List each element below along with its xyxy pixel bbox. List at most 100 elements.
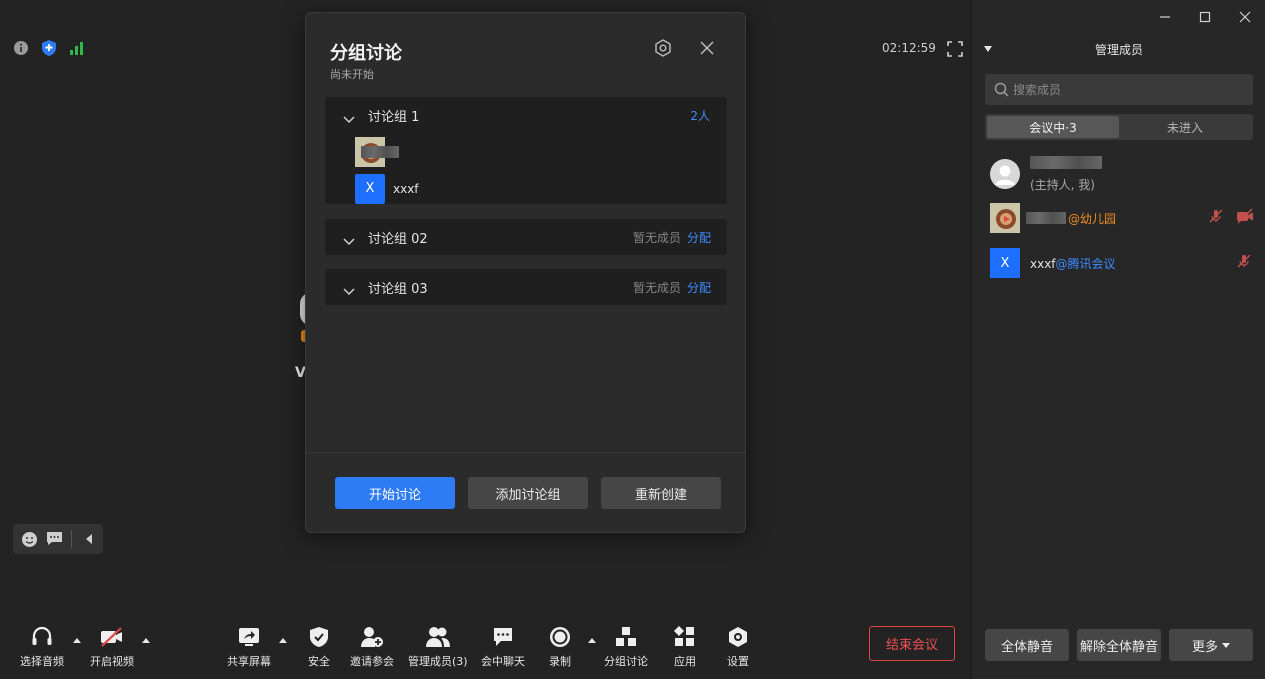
manage-members-button[interactable]: 管理成员(3) — [408, 625, 468, 669]
security-shield-icon[interactable] — [41, 40, 57, 56]
settings-label: 设置 — [727, 655, 749, 668]
bottom-toolbar: 选择音频 开启视频 共享屏幕 安全 邀请参会 管理成员(3) 会中聊天 录制 分… — [0, 615, 971, 679]
dialog-settings-icon[interactable] — [654, 39, 672, 57]
share-screen-label: 共享屏幕 — [227, 655, 271, 668]
group-header[interactable]: 讨论组 02 暂无成员 分配 — [325, 219, 727, 255]
assign-link[interactable]: 分配 — [687, 279, 711, 296]
group-empty-text: 暂无成员 — [632, 280, 681, 295]
start-discussion-button[interactable]: 开始讨论 — [335, 477, 455, 509]
breakout-button[interactable]: 分组讨论 — [604, 625, 648, 669]
security-label: 安全 — [308, 655, 330, 668]
chat-button[interactable]: 会中聊天 — [481, 625, 525, 669]
record-icon — [547, 625, 573, 649]
group-header[interactable]: 讨论组 1 2人 — [325, 97, 727, 133]
fullscreen-icon[interactable] — [947, 41, 963, 57]
member-name-redacted — [1030, 156, 1102, 169]
breakout-dialog: 分组讨论 尚未开始 讨论组 1 2人 X xxxf 讨论组 02 暂无成员 分配… — [305, 12, 746, 533]
headset-icon — [29, 625, 55, 649]
invite-button[interactable]: 邀请参会 — [350, 625, 394, 669]
recreate-button[interactable]: 重新创建 — [601, 477, 721, 509]
camera-off-icon[interactable] — [1236, 208, 1254, 224]
search-input[interactable] — [1013, 74, 1243, 105]
network-signal-icon[interactable] — [69, 40, 85, 56]
security-button[interactable]: 安全 — [306, 625, 332, 669]
chevron-down-icon[interactable] — [343, 109, 355, 124]
unmute-all-button[interactable]: 解除全体静音 — [1077, 629, 1161, 661]
member-search — [985, 74, 1253, 105]
share-screen-icon — [236, 625, 262, 649]
mic-off-icon[interactable] — [1208, 208, 1224, 224]
close-icon[interactable] — [699, 40, 715, 56]
tab-in-meeting[interactable]: 会议中·3 — [987, 116, 1119, 138]
record-options-caret[interactable] — [588, 638, 596, 643]
meeting-timer: 02:12:59 — [882, 41, 936, 55]
group-member[interactable]: X xxxf — [325, 170, 727, 207]
shield-check-icon — [306, 625, 332, 649]
video-button[interactable]: 开启视频 — [90, 625, 134, 669]
chevron-down-icon[interactable] — [343, 281, 355, 296]
tab-not-joined[interactable]: 未进入 — [1119, 116, 1251, 138]
video-options-caret[interactable] — [142, 638, 150, 643]
audio-button[interactable]: 选择音频 — [20, 625, 64, 669]
avatar — [990, 203, 1020, 233]
chevron-down-icon[interactable] — [343, 231, 355, 246]
breakout-label: 分组讨论 — [604, 655, 648, 668]
window-controls — [1145, 0, 1265, 34]
comment-icon[interactable] — [46, 531, 63, 548]
mic-off-icon[interactable] — [1236, 253, 1252, 269]
apps-icon — [672, 625, 698, 649]
group-name: 讨论组 1 — [368, 109, 420, 125]
member-name: xxxf — [393, 181, 419, 196]
share-screen-button[interactable]: 共享屏幕 — [227, 625, 271, 669]
invite-label: 邀请参会 — [350, 655, 394, 668]
member-row[interactable]: X xxxf@腾讯会议 — [990, 245, 1256, 281]
breakout-group: 讨论组 03 暂无成员 分配 — [325, 269, 727, 305]
info-icon[interactable] — [13, 40, 29, 56]
panel-title: 管理成员 — [1094, 43, 1143, 57]
chat-bubble-icon — [490, 625, 516, 649]
breakout-group: 讨论组 02 暂无成员 分配 — [325, 219, 727, 255]
settings-button[interactable]: 设置 — [725, 625, 751, 669]
group-header[interactable]: 讨论组 03 暂无成员 分配 — [325, 269, 727, 305]
members-icon — [425, 625, 451, 649]
group-empty-text: 暂无成员 — [632, 230, 681, 245]
record-label: 录制 — [549, 655, 571, 668]
audio-options-caret[interactable] — [73, 638, 81, 643]
breakout-rooms-icon — [613, 625, 639, 649]
collapse-left-icon[interactable] — [80, 531, 97, 548]
member-name-redacted — [361, 145, 399, 158]
add-group-button[interactable]: 添加讨论组 — [468, 477, 588, 509]
member-name-text: xxxf — [1030, 257, 1056, 271]
divider — [71, 530, 72, 548]
camera-off-icon — [99, 625, 125, 649]
emoji-icon[interactable] — [21, 531, 38, 548]
reaction-bar — [13, 524, 103, 554]
share-options-caret[interactable] — [279, 638, 287, 643]
member-row[interactable]: @幼儿园 — [990, 200, 1256, 236]
member-tabs: 会议中·3 未进入 — [985, 114, 1253, 140]
member-org-tag: @腾讯会议 — [1055, 257, 1116, 271]
assign-link[interactable]: 分配 — [687, 229, 711, 246]
group-member[interactable] — [325, 133, 727, 170]
member-row[interactable]: (主持人, 我) — [990, 156, 1256, 194]
member-org-tag: @幼儿园 — [1068, 212, 1117, 226]
minimize-icon[interactable] — [1145, 0, 1185, 34]
maximize-icon[interactable] — [1185, 0, 1225, 34]
group-name: 讨论组 02 — [368, 231, 428, 247]
record-button[interactable]: 录制 — [547, 625, 573, 669]
dialog-title: 分组讨论 — [330, 43, 402, 64]
meeting-status-icons — [13, 40, 85, 56]
apps-label: 应用 — [674, 655, 696, 668]
video-label: 开启视频 — [90, 655, 134, 668]
end-meeting-button[interactable]: 结束会议 — [869, 626, 955, 661]
caret-down-icon — [1222, 642, 1230, 648]
close-icon[interactable] — [1225, 0, 1265, 34]
group-member-count: 2人 — [690, 108, 710, 123]
breakout-group: 讨论组 1 2人 X xxxf — [325, 97, 727, 204]
member-name-redacted — [1026, 212, 1066, 224]
avatar — [990, 159, 1020, 189]
apps-button[interactable]: 应用 — [672, 625, 698, 669]
mute-all-button[interactable]: 全体静音 — [985, 629, 1069, 661]
more-button[interactable]: 更多 — [1169, 629, 1253, 661]
member-role: (主持人, 我) — [1030, 178, 1095, 192]
